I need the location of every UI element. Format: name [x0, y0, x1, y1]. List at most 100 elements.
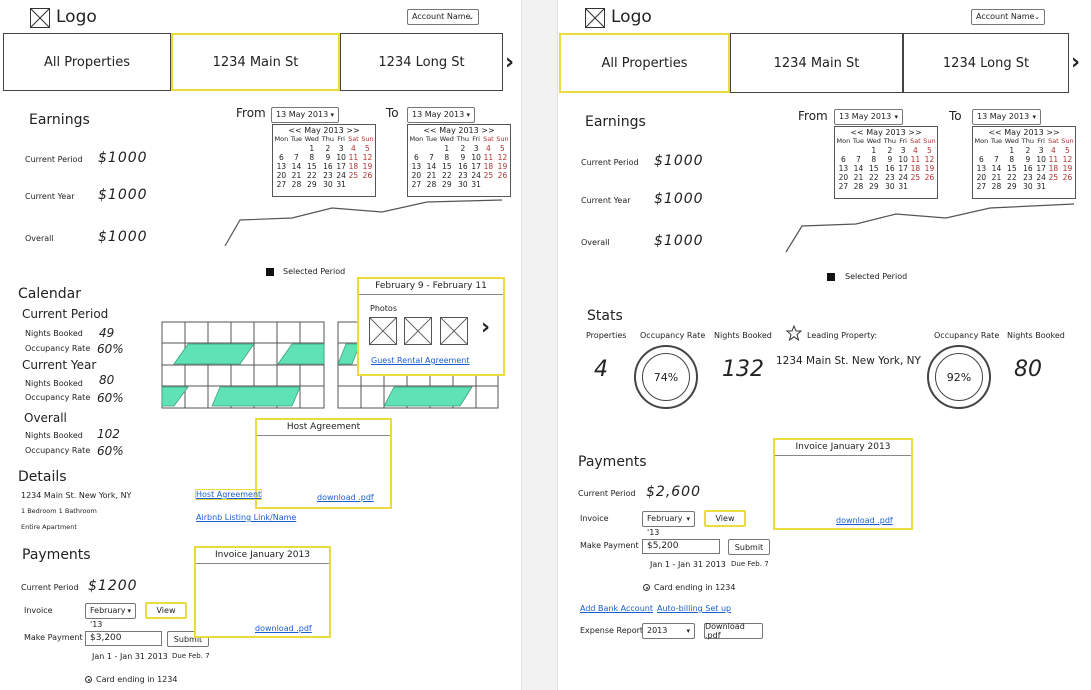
calendar-day[interactable]: 24	[335, 171, 347, 180]
calendar-day[interactable]: 20	[408, 171, 425, 180]
calendar-day[interactable]: 14	[290, 162, 304, 171]
calendar-day[interactable]: 23	[1020, 173, 1035, 182]
calendar-day[interactable]: 17	[470, 162, 482, 171]
calendar-day[interactable]: 11	[1047, 155, 1060, 164]
payment-amount-input[interactable]: $3,200	[85, 631, 162, 646]
from-date-select[interactable]: 13 May 2013 ▾	[834, 109, 903, 125]
calendar-day[interactable]: 10	[470, 153, 482, 162]
photo-placeholder-icon[interactable]	[440, 317, 468, 345]
calendar-day[interactable]: 8	[303, 153, 320, 162]
photo-placeholder-icon[interactable]	[404, 317, 432, 345]
calendar-day[interactable]: 23	[320, 171, 335, 180]
calendar-day[interactable]: 10	[1035, 155, 1047, 164]
card-radio[interactable]	[85, 676, 92, 683]
calendar-day[interactable]: 8	[1003, 155, 1020, 164]
calendar-day[interactable]: 30	[320, 180, 335, 189]
calendar-day[interactable]: 7	[852, 155, 866, 164]
calendar-day[interactable]: 16	[1020, 164, 1035, 173]
from-date-select[interactable]: 13 May 2013 ▾	[271, 107, 339, 123]
calendar-day[interactable]: 21	[990, 173, 1004, 182]
guest-rental-agreement-link[interactable]: Guest Rental Agreement	[371, 356, 469, 365]
invoice-download-link[interactable]: download .pdf	[836, 516, 893, 525]
calendar-day[interactable]: 5	[495, 144, 510, 153]
calendar-day[interactable]: 12	[1060, 155, 1075, 164]
calendar-day[interactable]: 23	[882, 173, 897, 182]
calendar-day[interactable]: 1	[1003, 146, 1020, 155]
from-calendar[interactable]: << May 2013 >> Mon Tue Wed Thu Fri Sat Sun 1 2 3 4 5…	[272, 124, 376, 197]
payment-amount-input[interactable]: $5,200	[642, 539, 720, 554]
calendar-day[interactable]: 22	[438, 171, 455, 180]
calendar-day[interactable]: 14	[990, 164, 1004, 173]
calendar-day[interactable]: 1	[865, 146, 882, 155]
photos-next-chevron-icon[interactable]: ›	[481, 315, 490, 340]
calendar-day[interactable]: 31	[470, 180, 482, 189]
calendar-day[interactable]: 24	[897, 173, 909, 182]
calendar-day[interactable]: 15	[303, 162, 320, 171]
calendar-day[interactable]: 29	[1003, 182, 1020, 191]
calendar-day[interactable]: 10	[897, 155, 909, 164]
calendar-day[interactable]: 26	[1060, 173, 1075, 182]
calendar-day[interactable]: 29	[303, 180, 320, 189]
calendar-day[interactable]: 22	[303, 171, 320, 180]
calendar-day[interactable]: 22	[865, 173, 882, 182]
expense-year-select[interactable]: 2013 ▾	[642, 623, 695, 639]
calendar-day[interactable]: 17	[335, 162, 347, 171]
calendar-day[interactable]: 18	[909, 164, 922, 173]
calendar-day[interactable]: 5	[360, 144, 375, 153]
calendar-day[interactable]: 24	[470, 171, 482, 180]
calendar-month-nav[interactable]: << May 2013 >>	[973, 128, 1075, 137]
to-date-select[interactable]: 13 May 2013 ▾	[407, 107, 475, 123]
from-calendar[interactable]: << May 2013 >> Mon Tue Wed Thu Fri Sat Sun 1 2 3 4 5…	[834, 126, 938, 199]
calendar-day[interactable]: 31	[335, 180, 347, 189]
calendar-day[interactable]: 17	[897, 164, 909, 173]
calendar-day[interactable]: 28	[290, 180, 304, 189]
to-calendar[interactable]: << May 2013 >> Mon Tue Wed Thu Fri Sat Sun 1 2 3 4 5…	[972, 126, 1076, 199]
calendar-day[interactable]: 3	[470, 144, 482, 153]
calendar-day[interactable]: 19	[1060, 164, 1075, 173]
calendar-day[interactable]: 13	[273, 162, 290, 171]
calendar-day[interactable]: 27	[408, 180, 425, 189]
submit-payment-button[interactable]: Submit	[728, 539, 770, 555]
calendar-day[interactable]: 29	[438, 180, 455, 189]
photo-placeholder-icon[interactable]	[369, 317, 397, 345]
calendar-day[interactable]: 16	[455, 162, 470, 171]
calendar-day[interactable]: 7	[290, 153, 304, 162]
calendar-day[interactable]: 13	[408, 162, 425, 171]
calendar-day[interactable]: 4	[909, 146, 922, 155]
calendar-day[interactable]: 26	[360, 171, 375, 180]
calendar-day[interactable]: 13	[835, 164, 852, 173]
invoice-month-select[interactable]: February '13 ▾	[85, 603, 136, 629]
calendar-day[interactable]: 12	[922, 155, 937, 164]
calendar-day[interactable]: 4	[1047, 146, 1060, 155]
calendar-day[interactable]: 30	[455, 180, 470, 189]
tab-all-properties[interactable]: All Properties	[559, 33, 730, 93]
auto-billing-setup-link[interactable]: Auto-billing Set up	[657, 604, 731, 613]
account-select[interactable]: Account Name ⌄	[407, 9, 479, 25]
host-agreement-link[interactable]: Host Agreement	[194, 489, 263, 500]
calendar-day[interactable]: 19	[922, 164, 937, 173]
calendar-day[interactable]: 5	[1060, 146, 1075, 155]
calendar-day[interactable]: 1	[303, 144, 320, 153]
calendar-day[interactable]: 27	[273, 180, 290, 189]
calendar-day[interactable]: 12	[495, 153, 510, 162]
calendar-day[interactable]: 26	[495, 171, 510, 180]
add-bank-account-link[interactable]: Add Bank Account	[580, 604, 653, 613]
account-select[interactable]: Account Name ⌄	[971, 9, 1045, 25]
view-invoice-button[interactable]: View	[704, 510, 746, 527]
invoice-month-select[interactable]: February '13 ▾	[642, 511, 695, 537]
calendar-day[interactable]: 11	[347, 153, 360, 162]
calendar-day[interactable]: 20	[973, 173, 990, 182]
calendar-day[interactable]: 20	[273, 171, 290, 180]
calendar-day[interactable]: 25	[909, 173, 922, 182]
calendar-day[interactable]: 15	[865, 164, 882, 173]
calendar-day[interactable]: 20	[835, 173, 852, 182]
calendar-day[interactable]: 23	[455, 171, 470, 180]
calendar-day[interactable]: 18	[482, 162, 495, 171]
calendar-day[interactable]: 22	[1003, 173, 1020, 182]
calendar-day[interactable]: 11	[482, 153, 495, 162]
calendar-day[interactable]: 9	[320, 153, 335, 162]
calendar-day[interactable]: 6	[835, 155, 852, 164]
calendar-day[interactable]: 21	[425, 171, 439, 180]
tabs-next-chevron-icon[interactable]: ›	[505, 50, 514, 75]
calendar-day[interactable]: 25	[482, 171, 495, 180]
